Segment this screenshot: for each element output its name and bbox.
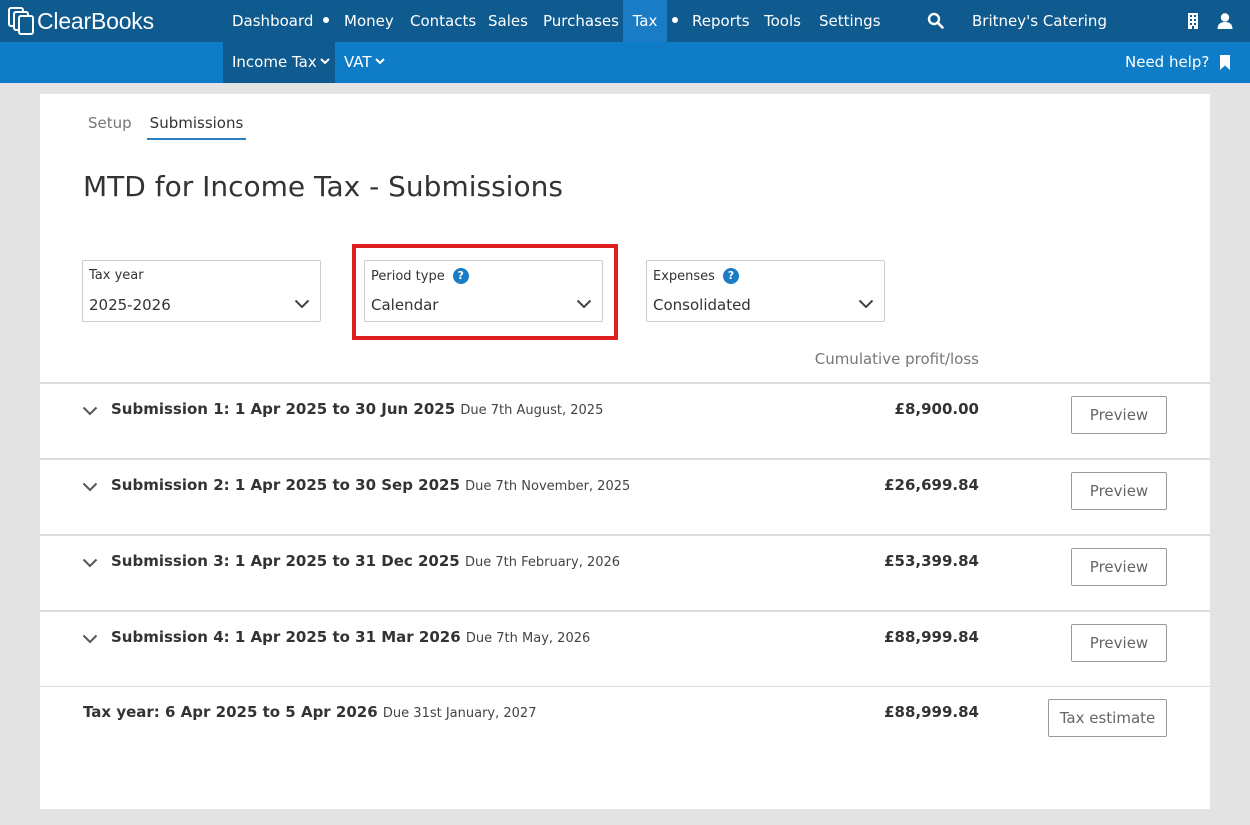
tab-setup[interactable]: Setup <box>88 114 132 140</box>
help-icon[interactable]: ? <box>722 268 739 284</box>
chevron-down-icon[interactable] <box>82 558 98 568</box>
nav-settings[interactable]: Settings <box>819 0 881 42</box>
logo-text: ClearBooks <box>37 7 154 34</box>
nav-tools[interactable]: Tools <box>764 0 801 42</box>
expenses-value: Consolidated <box>653 296 751 314</box>
need-help-link[interactable]: Need help? <box>1125 42 1209 83</box>
tax-year-due-date: Due 31st January, 2027 <box>382 706 537 721</box>
preview-button[interactable]: Preview <box>1071 548 1167 586</box>
tax-year-summary-row: Tax year: 6 Apr 2025 to 5 Apr 2026 Due 3… <box>40 686 1210 762</box>
expenses-select[interactable]: Expenses? Consolidated <box>646 260 885 322</box>
submission-row: Submission 1: 1 Apr 2025 to 30 Jun 2025 … <box>40 382 1210 458</box>
subnav-vat-label: VAT <box>344 53 372 71</box>
submission-period: Submission 3: 1 Apr 2025 to 31 Dec 2025 <box>111 552 460 570</box>
tax-year-select[interactable]: Tax year 2025-2026 <box>82 260 321 322</box>
nav-dashboard[interactable]: Dashboard <box>232 0 313 42</box>
tax-year-amount: £88,999.84 <box>884 703 979 721</box>
tax-year-value: 2025-2026 <box>89 296 171 314</box>
chevron-down-icon[interactable] <box>82 482 98 492</box>
preview-button[interactable]: Preview <box>1071 396 1167 434</box>
chevron-down-icon <box>320 58 330 65</box>
preview-button[interactable]: Preview <box>1071 472 1167 510</box>
user-icon[interactable] <box>1216 12 1234 30</box>
submission-row: Submission 2: 1 Apr 2025 to 30 Sep 2025 … <box>40 458 1210 534</box>
sub-navigation-bar: Income Tax VAT Need help? <box>0 42 1250 83</box>
top-navigation-bar: ClearBooks Dashboard Money Contacts Sale… <box>0 0 1250 42</box>
submission-title: Submission 3: 1 Apr 2025 to 31 Dec 2025 … <box>111 552 620 570</box>
nav-reports[interactable]: Reports <box>692 0 750 42</box>
bookmark-icon[interactable] <box>1219 55 1233 71</box>
submission-period: Submission 4: 1 Apr 2025 to 31 Mar 2026 <box>111 628 461 646</box>
nav-purchases[interactable]: Purchases <box>543 0 619 42</box>
clearbooks-logo[interactable]: ClearBooks <box>8 6 154 36</box>
submission-amount: £88,999.84 <box>884 628 979 646</box>
submission-title: Submission 4: 1 Apr 2025 to 31 Mar 2026 … <box>111 628 590 646</box>
submission-amount: £53,399.84 <box>884 552 979 570</box>
submission-due-date: Due 7th August, 2025 <box>460 403 604 418</box>
building-icon[interactable] <box>1185 12 1203 30</box>
tab-submissions[interactable]: Submissions <box>147 114 246 140</box>
chevron-down-icon[interactable] <box>82 406 98 416</box>
submission-amount: £26,699.84 <box>884 476 979 494</box>
submission-due-date: Due 7th November, 2025 <box>465 479 631 494</box>
chevron-down-icon <box>374 58 385 65</box>
nav-money[interactable]: Money <box>344 0 394 42</box>
nav-dot-icon <box>672 17 678 23</box>
chevron-down-icon <box>858 299 874 309</box>
tax-year-period: Tax year: 6 Apr 2025 to 5 Apr 2026 <box>83 703 378 721</box>
submission-amount: £8,900.00 <box>894 400 979 418</box>
submission-title: Submission 2: 1 Apr 2025 to 30 Sep 2025 … <box>111 476 630 494</box>
tax-year-title: Tax year: 6 Apr 2025 to 5 Apr 2026 Due 3… <box>83 703 536 721</box>
company-name[interactable]: Britney's Catering <box>972 0 1107 42</box>
expenses-label: Expenses <box>653 268 715 284</box>
submission-period: Submission 2: 1 Apr 2025 to 30 Sep 2025 <box>111 476 460 494</box>
nav-tax[interactable]: Tax <box>623 0 667 42</box>
page-title: MTD for Income Tax - Submissions <box>83 170 563 203</box>
chevron-down-icon[interactable] <box>82 634 98 644</box>
submission-row: Submission 4: 1 Apr 2025 to 31 Mar 2026 … <box>40 610 1210 686</box>
cumulative-profit-loss-header: Cumulative profit/loss <box>814 350 979 368</box>
chevron-down-icon <box>294 299 310 309</box>
nav-dot-icon <box>323 17 329 23</box>
main-card: Setup Submissions MTD for Income Tax - S… <box>40 94 1210 809</box>
subnav-income-tax-label: Income Tax <box>232 53 317 71</box>
submission-title: Submission 1: 1 Apr 2025 to 30 Jun 2025 … <box>111 400 603 418</box>
submission-due-date: Due 7th February, 2026 <box>464 555 621 570</box>
subnav-vat[interactable]: VAT <box>344 42 385 83</box>
tax-year-label: Tax year <box>89 268 144 283</box>
period-type-highlight-box <box>352 244 618 340</box>
submission-period: Submission 1: 1 Apr 2025 to 30 Jun 2025 <box>111 400 456 418</box>
subnav-income-tax[interactable]: Income Tax <box>223 42 335 83</box>
search-icon[interactable] <box>927 12 945 30</box>
preview-button[interactable]: Preview <box>1071 624 1167 662</box>
logo-icon <box>8 7 34 35</box>
nav-contacts[interactable]: Contacts <box>410 0 476 42</box>
nav-sales[interactable]: Sales <box>488 0 528 42</box>
tax-estimate-button[interactable]: Tax estimate <box>1048 699 1167 737</box>
submission-row: Submission 3: 1 Apr 2025 to 31 Dec 2025 … <box>40 534 1210 610</box>
submission-due-date: Due 7th May, 2026 <box>465 631 591 646</box>
